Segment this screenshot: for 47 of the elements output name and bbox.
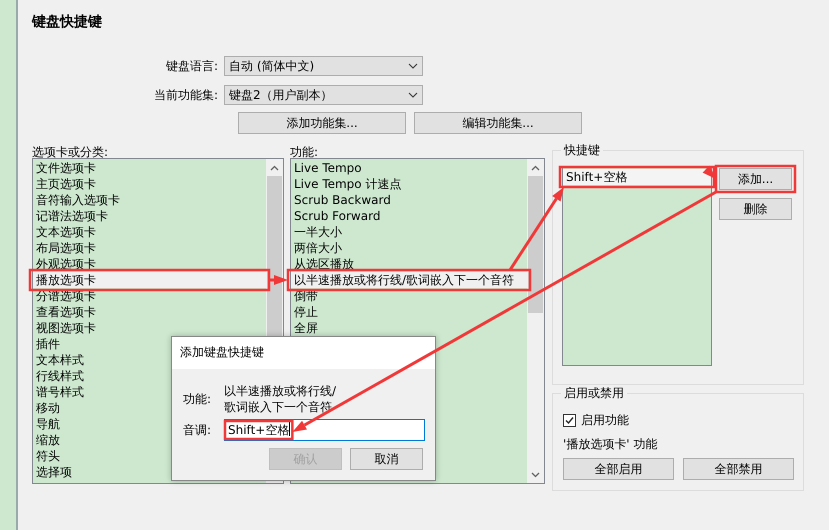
field-label: 键盘语言: — [164, 58, 219, 74]
list-item[interactable]: 文件选项卡 — [33, 160, 266, 176]
field-label: 功能: — [183, 391, 212, 408]
list-item[interactable]: 一半大小 — [291, 224, 527, 240]
toggle-all-button[interactable]: 全部禁用 — [683, 458, 794, 480]
list-item[interactable]: 停止 — [291, 304, 527, 320]
list-item[interactable]: 主页选项卡 — [33, 176, 266, 192]
field-label: 当前功能集: — [152, 87, 219, 103]
shortcut-button[interactable]: 删除 — [719, 198, 792, 220]
toggle-all-button[interactable]: 全部启用 — [563, 458, 674, 480]
dropdown[interactable]: 键盘2（用户副本） — [224, 85, 423, 105]
chevron-down-icon — [408, 63, 418, 69]
scroll-up-icon[interactable] — [270, 164, 279, 170]
list-item[interactable]: 文本选项卡 — [33, 224, 266, 240]
list-item[interactable]: Live Tempo — [291, 160, 527, 176]
dropdown[interactable]: 自动 (简体中文) — [224, 56, 423, 76]
dialog-button[interactable]: 取消 — [350, 448, 423, 470]
list-item[interactable]: 记谱法选项卡 — [33, 208, 266, 224]
chevron-down-icon — [408, 92, 418, 98]
list-item[interactable]: 布局选项卡 — [33, 240, 266, 256]
list-item[interactable]: 播放选项卡 — [33, 272, 266, 288]
feature-note: '播放选项卡' 功能 — [562, 436, 658, 452]
list-item[interactable]: 全屏 — [291, 320, 527, 336]
list-label: 功能: — [290, 144, 320, 160]
scroll-up-icon[interactable] — [531, 164, 540, 170]
list-label: 选项卡或分类: — [32, 144, 110, 160]
dialog-title: 添加键盘快捷键 — [172, 337, 435, 369]
scrollbar[interactable] — [527, 159, 544, 483]
list-item[interactable]: Scrub Backward — [291, 192, 527, 208]
checkbox[interactable] — [563, 414, 576, 426]
scroll-down-icon[interactable] — [531, 472, 540, 478]
feature-set-button[interactable]: 编辑功能集... — [414, 112, 582, 134]
list-item[interactable]: 以半速播放或将行线/歌词嵌入下一个音符 — [291, 272, 527, 288]
list-item[interactable]: 查看选项卡 — [33, 304, 266, 320]
list-item[interactable]: Live Tempo 计速点 — [291, 176, 527, 192]
field-label: 音调: — [183, 422, 212, 438]
list-item[interactable]: 视图选项卡 — [33, 320, 266, 336]
checkbox-label: 启用功能 — [581, 412, 629, 428]
feature-set-button[interactable]: 添加功能集... — [238, 112, 406, 134]
shortcut-button[interactable]: 添加... — [719, 168, 792, 190]
list-item[interactable]: Shift+空格 — [563, 169, 711, 185]
list-item[interactable]: 音符输入选项卡 — [33, 192, 266, 208]
page-title: 键盘快捷键 — [32, 13, 103, 32]
group-label: 快捷键 — [561, 142, 603, 158]
list-item[interactable]: 两倍大小 — [291, 240, 527, 256]
list-item[interactable]: Scrub Forward — [291, 208, 527, 224]
group-label: 启用或禁用 — [561, 385, 627, 401]
